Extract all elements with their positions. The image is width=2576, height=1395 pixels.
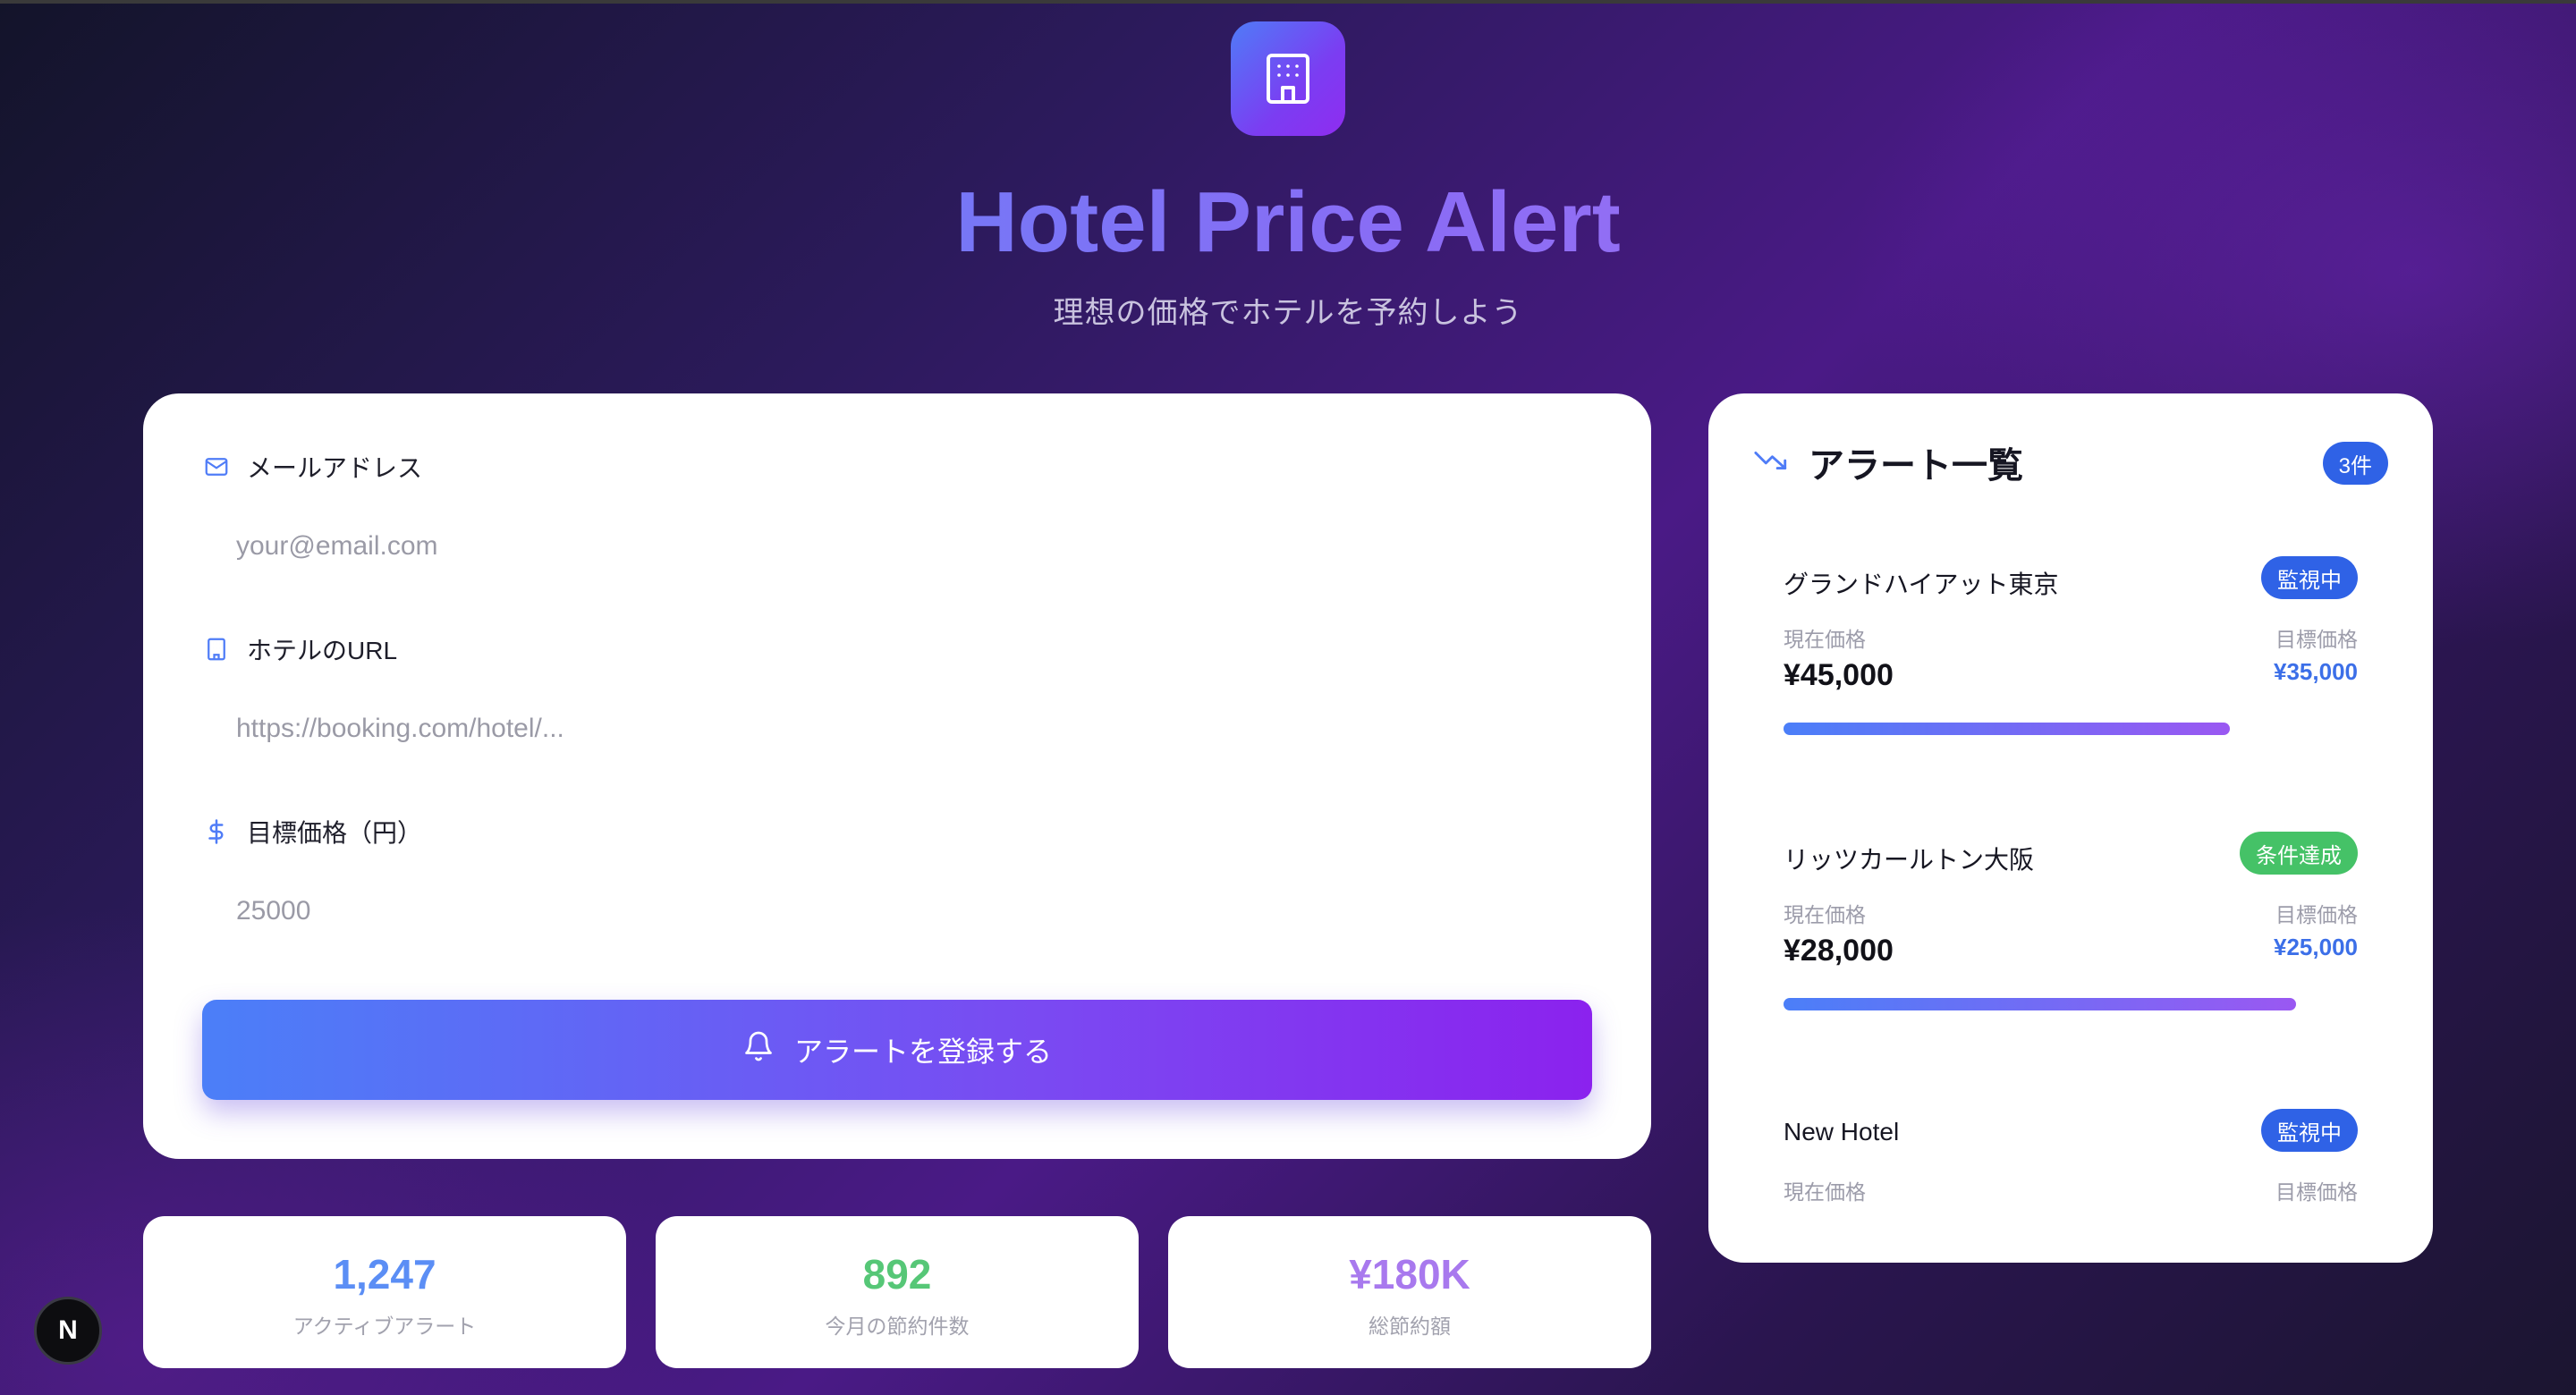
dev-tools-badge[interactable]: N: [34, 1297, 102, 1365]
price-label: 目標価格（円）: [202, 814, 422, 850]
stat-card-total-savings: ¥180K 総節約額: [1168, 1216, 1651, 1368]
current-price-label: 現在価格: [1784, 903, 1866, 926]
status-badge: 条件達成: [2240, 832, 2358, 875]
price-label-text: 目標価格（円）: [247, 819, 423, 847]
email-field[interactable]: [202, 509, 1592, 584]
alerts-count-badge: 3件: [2322, 442, 2388, 485]
status-badge: 監視中: [2261, 556, 2358, 599]
dollar-icon: [202, 817, 231, 846]
status-badge: 監視中: [2261, 1109, 2358, 1152]
email-label: メールアドレス: [202, 449, 422, 485]
target-price-label: 目標価格: [2275, 628, 2358, 651]
page-subtitle: 理想の価格でホテルを予約しよう: [1053, 296, 1523, 330]
trending-down-icon: [1753, 447, 1789, 478]
stat-card-active-alerts: 1,247 アクティブアラート: [143, 1216, 626, 1368]
alert-form-card: メールアドレス ホテルのURL 目標価格（円） アラートを登録する: [143, 393, 1651, 1159]
current-price-label: 現在価格: [1784, 1180, 1866, 1204]
current-price-label: 現在価格: [1784, 628, 1866, 651]
current-price: ¥45,000: [1784, 658, 1894, 692]
progress-bar: [1784, 998, 2297, 1010]
page-title: Hotel Price Alert: [0, 173, 2576, 272]
url-label: ホテルのURL: [202, 631, 397, 667]
bell-icon: [742, 1030, 775, 1070]
stat-value: 892: [862, 1251, 932, 1298]
stat-label: 総節約額: [1368, 1315, 1451, 1338]
email-label-text: メールアドレス: [247, 454, 423, 482]
alert-hotel-name: グランドハイアット東京: [1784, 571, 2059, 598]
building-icon: [202, 635, 231, 664]
alert-hotel-name: New Hotel: [1784, 1118, 1900, 1146]
mail-icon: [202, 452, 231, 481]
hotel-logo-icon: [1231, 21, 1345, 136]
stat-value: 1,247: [333, 1251, 436, 1298]
alerts-title: アラート一覧: [1809, 446, 2023, 486]
alert-hotel-name: リッツカールトン大阪: [1784, 846, 2035, 874]
hotel-url-field[interactable]: [202, 691, 1592, 766]
target-price: ¥35,000: [2274, 658, 2358, 685]
target-price-label: 目標価格: [2275, 1180, 2358, 1204]
alerts-header: アラート一覧: [1753, 436, 2023, 488]
alerts-list-card: アラート一覧 3件 グランドハイアット東京 監視中 現在価格 目標価格 ¥45,…: [1708, 393, 2433, 1263]
current-price: ¥28,000: [1784, 934, 1894, 968]
stat-value: ¥180K: [1349, 1251, 1470, 1298]
target-price-field[interactable]: [202, 874, 1592, 949]
stat-label: 今月の節約件数: [825, 1315, 970, 1338]
target-price: ¥25,000: [2274, 934, 2358, 960]
register-alert-label: アラートを登録する: [793, 1036, 1052, 1068]
stat-label: アクティブアラート: [292, 1315, 477, 1338]
stat-card-monthly-savings: 892 今月の節約件数: [656, 1216, 1139, 1368]
register-alert-button[interactable]: アラートを登録する: [202, 1000, 1592, 1100]
target-price-label: 目標価格: [2275, 903, 2358, 926]
progress-bar: [1784, 723, 2231, 735]
url-label-text: ホテルのURL: [247, 637, 398, 664]
